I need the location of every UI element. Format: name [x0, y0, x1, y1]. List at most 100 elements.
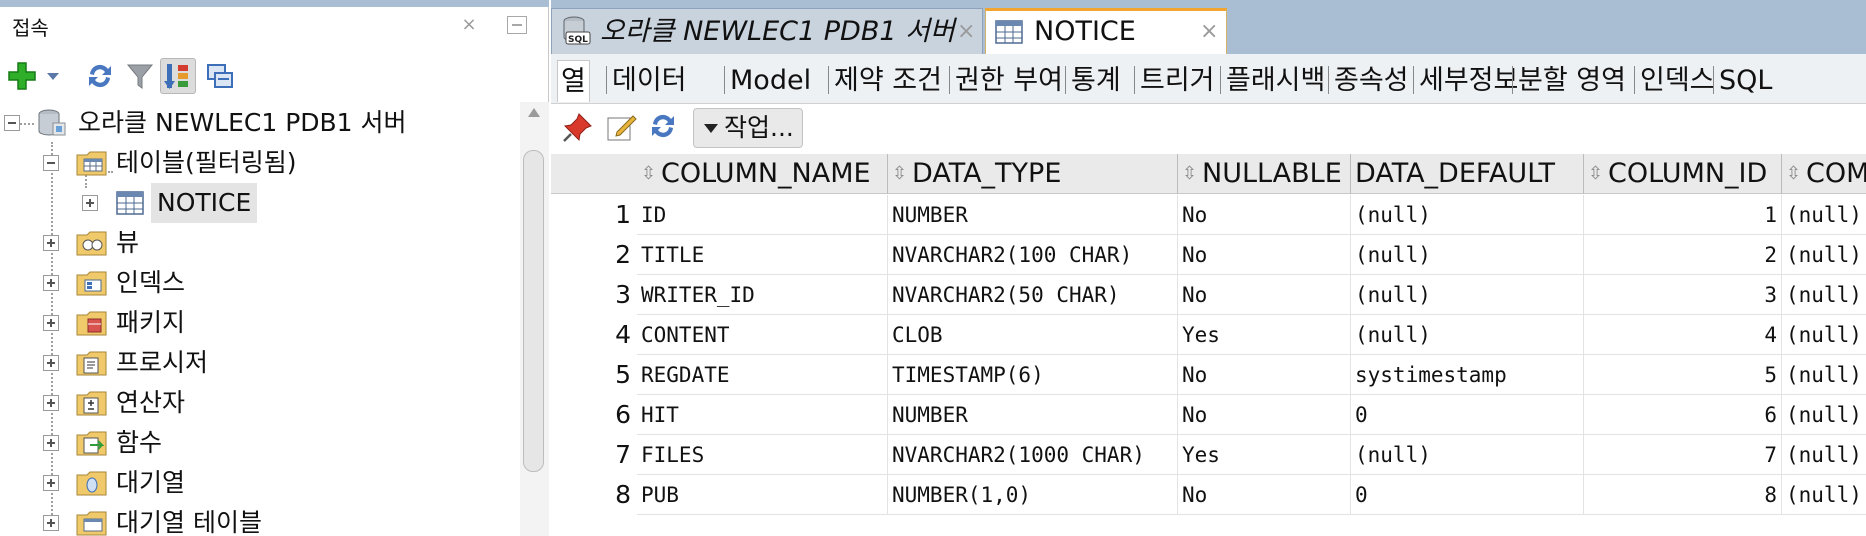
grid-cell[interactable]: CONTENT: [637, 315, 888, 355]
grid-cell[interactable]: REGDATE: [637, 355, 888, 395]
tree-node-queues-folder[interactable]: 대기열: [0, 463, 520, 503]
tree-node-notice-table[interactable]: NOTICE: [0, 183, 520, 223]
grid-cell[interactable]: (null): [1351, 235, 1584, 275]
collapse-toggle[interactable]: [4, 115, 20, 131]
tab-3[interactable]: 제약 조건: [831, 60, 945, 102]
tree-node-procedures-folder[interactable]: 프로시저: [0, 343, 520, 383]
column-header[interactable]: ⇳ COLUMN_NAME: [637, 154, 888, 194]
table-row[interactable]: 2 TITLE NVARCHAR2(100 CHAR) No (null) 2 (null): [551, 235, 1866, 275]
sort-arrows-icon[interactable]: ⇳: [1786, 154, 1801, 194]
grid-cell[interactable]: 2: [1584, 235, 1782, 275]
table-row[interactable]: 3 WRITER_ID NVARCHAR2(50 CHAR) No (null) 3 (nu…: [551, 275, 1866, 315]
table-row[interactable]: 8 PUB NUMBER(1,0) No 0 8 (null): [551, 475, 1866, 515]
collapse-all-button[interactable]: [202, 58, 238, 94]
expand-toggle[interactable]: [43, 475, 59, 491]
tab-12[interactable]: SQL: [1716, 60, 1775, 102]
grid-cell[interactable]: TITLE: [637, 235, 888, 275]
new-connection-dropdown[interactable]: [44, 58, 62, 94]
sort-arrows-icon[interactable]: ⇳: [892, 154, 907, 194]
table-row[interactable]: 7 FILES NVARCHAR2(1000 CHAR) Yes (null) 7 (nul…: [551, 435, 1866, 475]
grid-cell[interactable]: 8: [1584, 475, 1782, 515]
expand-toggle[interactable]: [43, 435, 59, 451]
grid-cell[interactable]: HIT: [637, 395, 888, 435]
column-header[interactable]: ⇳ NULLABLE: [1178, 154, 1351, 194]
grid-cell[interactable]: 0: [1351, 395, 1584, 435]
tree-node-operators-folder[interactable]: 연산자: [0, 383, 520, 423]
expand-toggle[interactable]: [43, 315, 59, 331]
grid-cell[interactable]: (null): [1782, 355, 1866, 395]
tree-node-views-folder[interactable]: 뷰: [0, 223, 520, 263]
grid-cell[interactable]: NVARCHAR2(100 CHAR): [888, 235, 1178, 275]
scroll-up-arrow-icon[interactable]: [528, 108, 540, 117]
tab-close-button[interactable]: ×: [1200, 9, 1218, 55]
actions-dropdown-button[interactable]: 작업...: [693, 108, 803, 148]
tree-scrollbar[interactable]: [520, 102, 549, 536]
grid-cell[interactable]: 5: [1584, 355, 1782, 395]
filter-button[interactable]: [122, 58, 158, 94]
column-header[interactable]: ⇳ COLUMN_ID: [1584, 154, 1782, 194]
grid-cell[interactable]: Yes: [1178, 435, 1351, 475]
refresh-button[interactable]: [82, 58, 118, 94]
grid-cell[interactable]: No: [1178, 275, 1351, 315]
expand-toggle[interactable]: [43, 515, 59, 531]
tree-node-tables-folder[interactable]: 테이블(필터링됨): [0, 143, 520, 183]
expand-toggle[interactable]: [43, 395, 59, 411]
grid-cell[interactable]: 7: [1584, 435, 1782, 475]
grid-cell[interactable]: Yes: [1178, 315, 1351, 355]
tab-1[interactable]: 데이터: [609, 60, 690, 102]
freeze-view-button[interactable]: [561, 110, 597, 146]
tab-6[interactable]: 트리거: [1137, 60, 1218, 102]
tab-9[interactable]: 세부정보: [1416, 60, 1521, 102]
tab-5[interactable]: 통계: [1068, 60, 1124, 102]
grid-cell[interactable]: systimestamp: [1351, 355, 1584, 395]
grid-cell[interactable]: (null): [1782, 315, 1866, 355]
expand-toggle[interactable]: [43, 355, 59, 371]
tab-7[interactable]: 플래시백: [1223, 60, 1328, 102]
grid-cell[interactable]: (null): [1782, 435, 1866, 475]
grid-cell[interactable]: NVARCHAR2(1000 CHAR): [888, 435, 1178, 475]
grid-cell[interactable]: NUMBER: [888, 395, 1178, 435]
tree-node-queue-tables-folder[interactable]: 대기열 테이블: [0, 503, 520, 536]
table-row[interactable]: 6 HIT NUMBER No 0 6 (null): [551, 395, 1866, 435]
grid-cell[interactable]: 3: [1584, 275, 1782, 315]
tab-10[interactable]: 분할 영역: [1515, 60, 1629, 102]
expand-toggle[interactable]: [43, 275, 59, 291]
tree-node-connection[interactable]: 오라클 NEWLEC1 PDB1 서버: [0, 103, 520, 143]
grid-cell[interactable]: (null): [1351, 195, 1584, 235]
grid-cell[interactable]: No: [1178, 475, 1351, 515]
grid-cell[interactable]: NVARCHAR2(50 CHAR): [888, 275, 1178, 315]
tab-0[interactable]: 열: [557, 60, 590, 102]
grid-cell[interactable]: WRITER_ID: [637, 275, 888, 315]
grid-cell[interactable]: 4: [1584, 315, 1782, 355]
grid-cell[interactable]: (null): [1782, 195, 1866, 235]
grid-cell[interactable]: CLOB: [888, 315, 1178, 355]
table-row[interactable]: 5 REGDATE TIMESTAMP(6) No systimestamp 5 (null…: [551, 355, 1866, 395]
panel-minimize-button[interactable]: [507, 16, 527, 34]
schema-browser-toggle-button[interactable]: [160, 58, 196, 94]
collapse-toggle[interactable]: [43, 155, 59, 171]
sort-arrows-icon[interactable]: ⇳: [641, 154, 656, 194]
grid-cell[interactable]: (null): [1782, 475, 1866, 515]
grid-cell[interactable]: NUMBER: [888, 195, 1178, 235]
grid-cell[interactable]: (null): [1782, 395, 1866, 435]
panel-close-button[interactable]: ×: [458, 14, 480, 36]
tree-node-functions-folder[interactable]: 함수: [0, 423, 520, 463]
expand-toggle[interactable]: [43, 235, 59, 251]
grid-cell[interactable]: TIMESTAMP(6): [888, 355, 1178, 395]
grid-cell[interactable]: 0: [1351, 475, 1584, 515]
tab-notice-table[interactable]: NOTICE ×: [985, 8, 1227, 54]
grid-cell[interactable]: (null): [1782, 235, 1866, 275]
tab-4[interactable]: 권한 부여: [952, 60, 1066, 102]
grid-cell[interactable]: 1: [1584, 195, 1782, 235]
grid-cell[interactable]: ID: [637, 195, 888, 235]
edit-button[interactable]: [605, 110, 641, 146]
grid-cell[interactable]: NUMBER(1,0): [888, 475, 1178, 515]
grid-cell[interactable]: PUB: [637, 475, 888, 515]
grid-cell[interactable]: (null): [1351, 435, 1584, 475]
grid-cell[interactable]: (null): [1782, 275, 1866, 315]
tree-node-packages-folder[interactable]: 패키지: [0, 303, 520, 343]
sort-arrows-icon[interactable]: ⇳: [1588, 154, 1603, 194]
grid-cell[interactable]: No: [1178, 395, 1351, 435]
table-row[interactable]: 4 CONTENT CLOB Yes (null) 4 (null): [551, 315, 1866, 355]
tree-node-indexes-folder[interactable]: 인덱스: [0, 263, 520, 303]
